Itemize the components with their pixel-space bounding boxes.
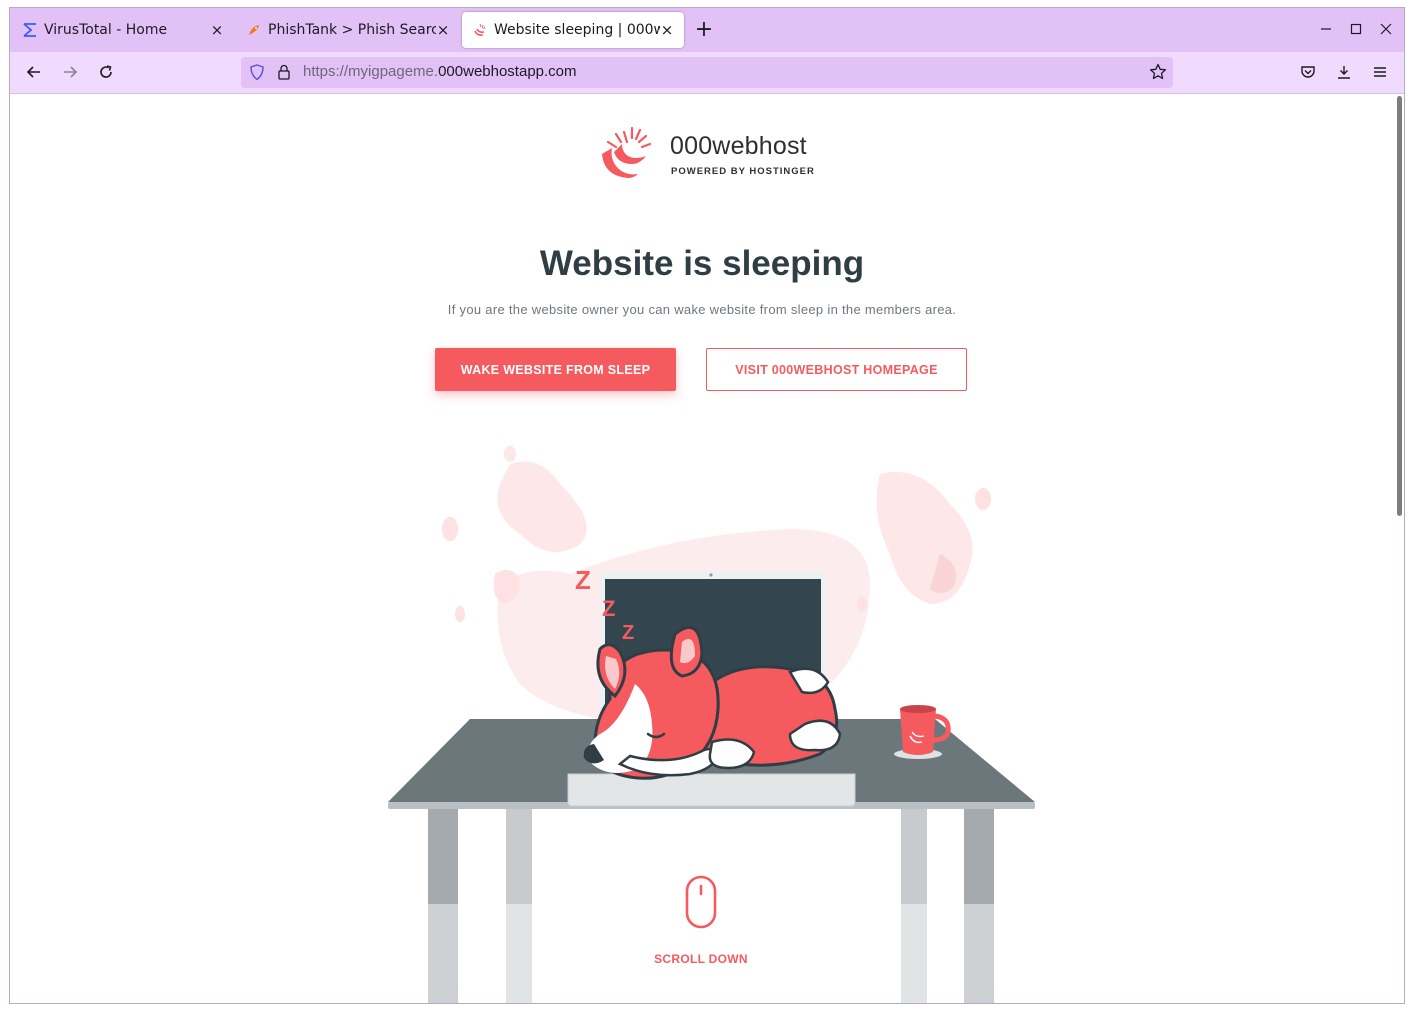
url-bar[interactable]: https://myigpageme.000webhostapp.com — [241, 57, 1173, 88]
tracking-shield-icon[interactable] — [249, 64, 265, 85]
maximize-icon[interactable] — [1346, 20, 1366, 40]
logo-name: 000webhost — [670, 132, 807, 160]
mouse-icon — [685, 875, 717, 929]
scroll-down-label: SCROLL DOWN — [654, 952, 748, 966]
tab-phishtank[interactable]: PhishTank > Phish Search × — [236, 12, 460, 48]
virustotal-icon — [22, 22, 38, 38]
url-text[interactable]: https://myigpageme.000webhostapp.com — [303, 63, 577, 80]
navigation-toolbar: https://myigpageme.000webhostapp.com — [10, 52, 1404, 94]
logo-tagline: POWERED BY HOSTINGER — [671, 166, 815, 177]
visit-homepage-button[interactable]: VISIT 000WEBHOST HOMEPAGE — [706, 348, 967, 391]
000webhost-logo[interactable]: 000webhost POWERED BY HOSTINGER — [594, 122, 824, 184]
new-tab-button[interactable]: + — [693, 19, 715, 42]
tab-title: VirusTotal - Home — [44, 22, 168, 38]
000webhost-icon — [472, 22, 488, 38]
menu-hamburger-icon[interactable] — [1368, 60, 1392, 84]
tab-title: PhishTank > Phish Search — [268, 22, 436, 38]
forward-arrow-icon[interactable] — [58, 60, 82, 84]
tab-virustotal[interactable]: VirusTotal - Home × — [12, 12, 234, 48]
back-arrow-icon[interactable] — [22, 60, 46, 84]
reload-icon[interactable] — [94, 60, 118, 84]
scroll-down-indicator[interactable]: SCROLL DOWN — [650, 874, 752, 974]
lock-icon[interactable] — [277, 64, 291, 85]
close-tab-icon[interactable]: × — [436, 23, 450, 38]
wake-website-button[interactable]: WAKE WEBSITE FROM SLEEP — [435, 348, 676, 391]
page-subtitle: If you are the website owner you can wak… — [447, 302, 957, 317]
downloads-icon[interactable] — [1332, 60, 1356, 84]
bookmark-star-icon[interactable] — [1149, 63, 1167, 85]
page-content: 000webhost POWERED BY HOSTINGER Website … — [10, 94, 1404, 1003]
close-window-icon[interactable] — [1376, 20, 1396, 40]
url-domain: 000webhostapp.com — [438, 63, 577, 80]
zzz-3: Z — [622, 622, 634, 644]
tab-title: Website sleeping | 000webhost — [494, 22, 660, 38]
zzz-2: Z — [602, 596, 615, 621]
close-tab-icon[interactable]: × — [660, 23, 674, 38]
zzz-1: Z — [575, 565, 591, 595]
pocket-icon[interactable] — [1296, 60, 1320, 84]
laptop-base-front — [567, 773, 856, 807]
url-prefix: https://myigpageme. — [303, 63, 439, 80]
tab-bar: VirusTotal - Home × PhishTank > Phish Se… — [10, 8, 1404, 52]
page-title: Website is sleeping — [539, 244, 865, 283]
000webhost-swirl-icon — [602, 126, 652, 178]
minimize-icon[interactable] — [1316, 20, 1336, 40]
scrollbar-thumb[interactable] — [1397, 96, 1402, 516]
close-tab-icon[interactable]: × — [210, 23, 224, 38]
browser-window: VirusTotal - Home × PhishTank > Phish Se… — [9, 7, 1405, 1004]
phishtank-icon — [246, 22, 262, 38]
tab-000webhost[interactable]: Website sleeping | 000webhost × — [462, 12, 684, 48]
